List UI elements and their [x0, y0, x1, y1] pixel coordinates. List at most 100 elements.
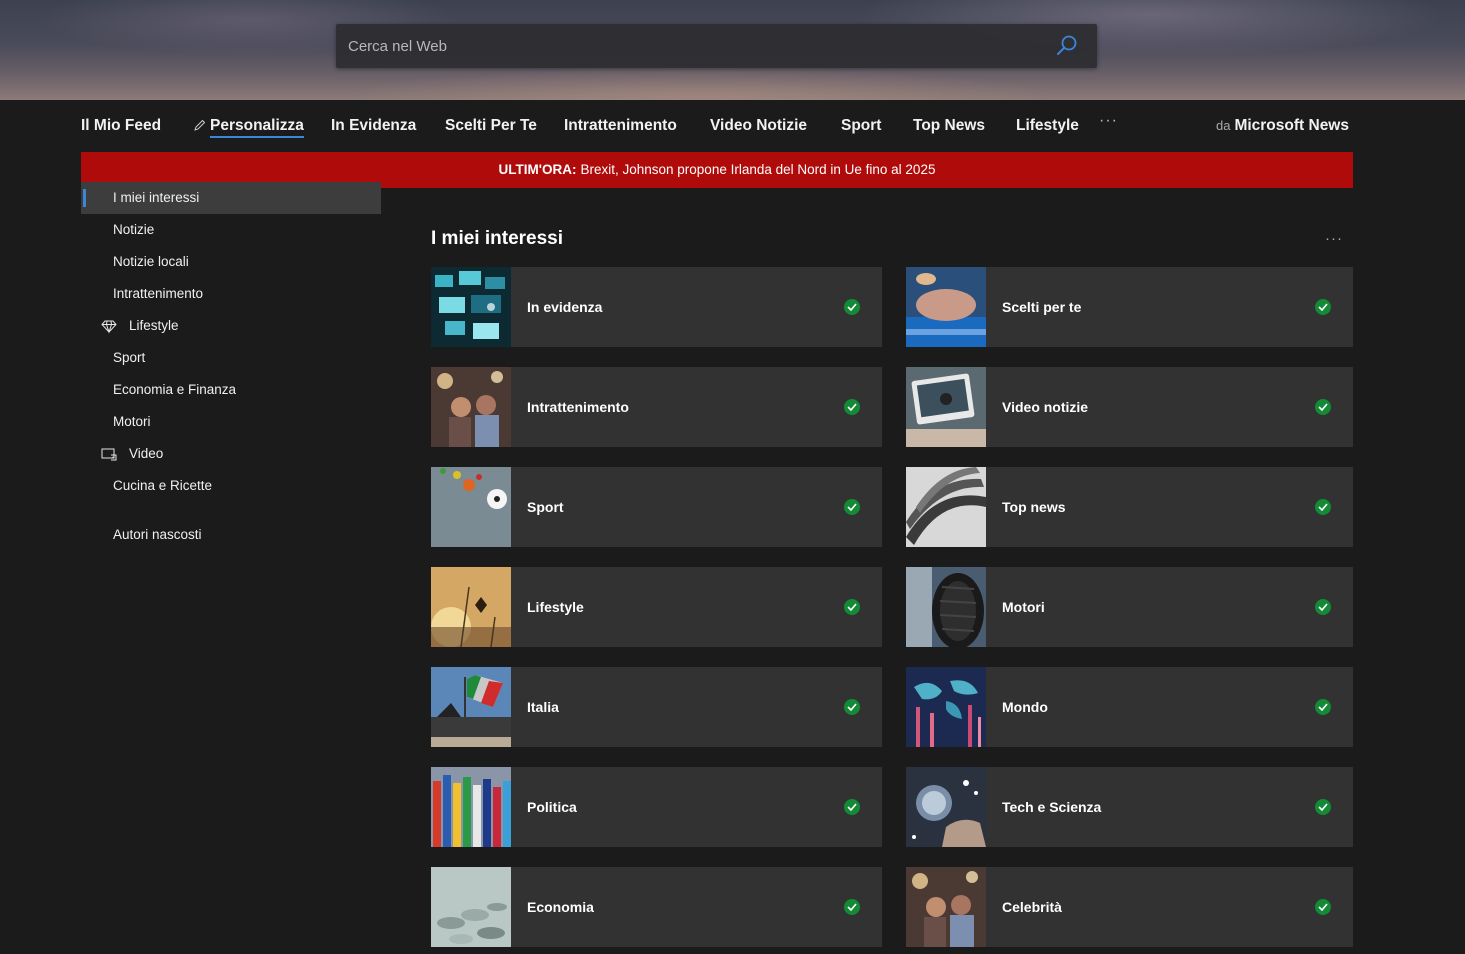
topic-thumbnail	[431, 767, 511, 847]
check-icon[interactable]	[1315, 399, 1331, 415]
topic-thumbnail	[906, 267, 986, 347]
nav-label: Intrattenimento	[564, 117, 677, 134]
check-icon[interactable]	[1315, 299, 1331, 315]
sidebar-item-label: Notizie	[113, 222, 155, 237]
sidebar-item-motori[interactable]: Motori	[81, 406, 381, 438]
nav-video-notizie[interactable]: Video Notizie	[710, 117, 807, 135]
sidebar-item-economia-finanza[interactable]: Economia e Finanza	[81, 374, 381, 406]
interest-card-italia[interactable]: Italia	[431, 667, 882, 747]
card-label: Tech e Scienza	[1002, 799, 1102, 815]
nav-label: Sport	[841, 117, 882, 134]
interest-card-video-notizie[interactable]: Video notizie	[906, 367, 1353, 447]
nav-intrattenimento[interactable]: Intrattenimento	[564, 117, 677, 135]
nav-label: Top News	[913, 117, 986, 134]
interest-card-sport[interactable]: Sport	[431, 467, 882, 547]
check-icon[interactable]	[844, 399, 860, 415]
top-navigation: Il Mio Feed Personalizza In Evidenza Sce…	[0, 100, 1465, 152]
sidebar-item-label: Autori nascosti	[113, 527, 202, 542]
check-icon[interactable]	[844, 599, 860, 615]
card-label: Video notizie	[1002, 399, 1089, 415]
check-icon[interactable]	[844, 299, 860, 315]
interest-card-economia[interactable]: Economia	[431, 867, 882, 947]
interest-card-motori[interactable]: Motori	[906, 567, 1353, 647]
sidebar-item-label: Notizie locali	[113, 254, 189, 269]
sidebar-item-label: I miei interessi	[113, 190, 200, 205]
topic-thumbnail	[431, 867, 511, 947]
nav-personalize[interactable]: Personalizza	[194, 117, 304, 138]
check-icon[interactable]	[844, 799, 860, 815]
breaking-label: ULTIM'ORA:	[498, 162, 577, 177]
video-icon	[101, 448, 117, 461]
check-icon[interactable]	[1315, 899, 1331, 915]
check-icon[interactable]	[844, 699, 860, 715]
check-icon[interactable]	[1315, 799, 1331, 815]
sidebar-item-label: Video	[129, 446, 164, 461]
search-icon[interactable]	[1055, 34, 1079, 58]
brand[interactable]: da Microsoft News	[1216, 117, 1349, 135]
topic-thumbnail	[431, 567, 511, 647]
card-label: Mondo	[1002, 699, 1048, 715]
sidebar-item-label: Intrattenimento	[113, 286, 204, 301]
check-icon[interactable]	[844, 499, 860, 515]
sidebar-item-intrattenimento[interactable]: Intrattenimento	[81, 278, 381, 310]
nav-scelti-per-te[interactable]: Scelti Per Te	[445, 117, 537, 135]
topic-thumbnail	[431, 367, 511, 447]
nav-lifestyle[interactable]: Lifestyle	[1016, 117, 1079, 135]
interest-card-mondo[interactable]: Mondo	[906, 667, 1353, 747]
nav-label: Il Mio Feed	[81, 117, 162, 134]
nav-more-button[interactable]: ···	[1099, 112, 1118, 130]
interest-card-tech-scienza[interactable]: Tech e Scienza	[906, 767, 1353, 847]
nav-in-evidenza[interactable]: In Evidenza	[331, 117, 416, 135]
search-box	[336, 24, 1097, 68]
sidebar-item-cucina-ricette[interactable]: Cucina e Ricette	[81, 470, 381, 502]
nav-sport[interactable]: Sport	[841, 117, 881, 135]
nav-label: In Evidenza	[331, 117, 417, 134]
interest-card-lifestyle[interactable]: Lifestyle	[431, 567, 882, 647]
diamond-icon	[101, 320, 117, 334]
breaking-text: Brexit, Johnson propone Irlanda del Nord…	[580, 162, 936, 177]
topic-thumbnail	[906, 367, 986, 447]
card-label: Politica	[527, 799, 577, 815]
card-label: Celebrità	[1002, 899, 1062, 915]
brand-name: Microsoft News	[1234, 117, 1349, 134]
nav-label: Lifestyle	[1016, 117, 1079, 134]
card-label: Lifestyle	[527, 599, 584, 615]
nav-my-feed[interactable]: Il Mio Feed	[81, 117, 161, 135]
interest-card-scelti-per-te[interactable]: Scelti per te	[906, 267, 1353, 347]
card-label: Top news	[1002, 499, 1066, 515]
brand-prefix: da	[1215, 118, 1231, 133]
nav-top-news[interactable]: Top News	[913, 117, 985, 135]
topic-thumbnail	[431, 267, 511, 347]
interest-card-intrattenimento[interactable]: Intrattenimento	[431, 367, 882, 447]
check-icon[interactable]	[1315, 599, 1331, 615]
sidebar-item-notizie[interactable]: Notizie	[81, 214, 381, 246]
nav-label: Personalizza	[210, 117, 304, 138]
card-label: Intrattenimento	[527, 399, 629, 415]
more-options-button[interactable]: ···	[1325, 230, 1343, 247]
check-icon[interactable]	[1315, 499, 1331, 515]
card-label: Sport	[527, 499, 564, 515]
check-icon[interactable]	[1315, 699, 1331, 715]
sidebar-item-miei-interessi[interactable]: I miei interessi	[81, 182, 381, 214]
sidebar-item-label: Cucina e Ricette	[113, 478, 213, 493]
interest-card-politica[interactable]: Politica	[431, 767, 882, 847]
sidebar-item-sport[interactable]: Sport	[81, 342, 381, 374]
topic-thumbnail	[906, 767, 986, 847]
sidebar-item-notizie-locali[interactable]: Notizie locali	[81, 246, 381, 278]
card-label: Economia	[527, 899, 594, 915]
topic-thumbnail	[431, 667, 511, 747]
sidebar-item-label: Lifestyle	[129, 318, 179, 333]
sidebar: I miei interessi Notizie Notizie locali …	[81, 182, 381, 551]
interest-card-top-news[interactable]: Top news	[906, 467, 1353, 547]
interest-card-celebrita[interactable]: Celebrità	[906, 867, 1353, 947]
nav-label: Video Notizie	[710, 117, 808, 134]
sidebar-item-autori-nascosti[interactable]: Autori nascosti	[81, 519, 381, 551]
nav-label: Scelti Per Te	[445, 117, 537, 134]
check-icon[interactable]	[844, 899, 860, 915]
search-input[interactable]	[336, 24, 1060, 68]
sidebar-item-video[interactable]: Video	[81, 438, 381, 470]
interest-card-in-evidenza[interactable]: In evidenza	[431, 267, 882, 347]
sidebar-item-lifestyle[interactable]: Lifestyle	[81, 310, 381, 342]
card-label: Scelti per te	[1002, 299, 1082, 315]
